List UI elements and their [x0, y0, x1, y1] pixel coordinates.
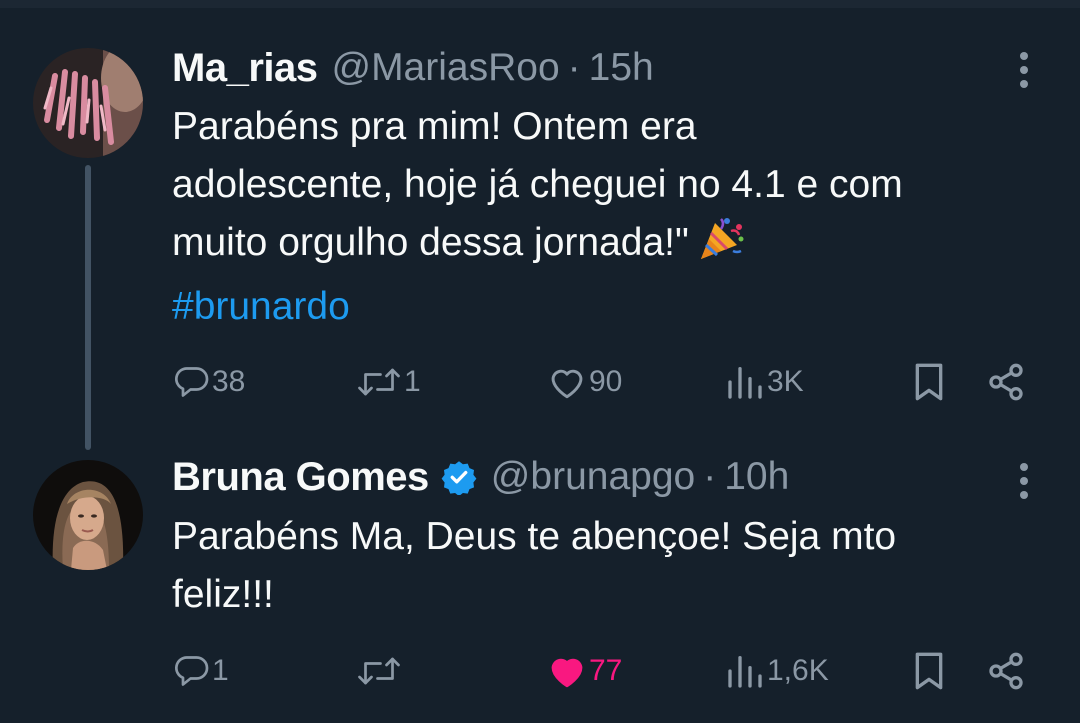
retweet-icon	[358, 657, 400, 685]
retweet-count: 1	[404, 365, 421, 398]
heart-icon	[551, 658, 583, 688]
like-count: 77	[589, 654, 623, 687]
views-count: 3K	[767, 365, 804, 398]
avatar-bruna[interactable]	[33, 460, 143, 570]
like-button[interactable]: 77	[547, 645, 622, 697]
retweet-icon	[358, 368, 400, 396]
hashtag-link[interactable]: #brunardo	[172, 278, 1052, 336]
tweet-text-line: Parabéns Ma, Deus te abençoe! Seja mto	[172, 515, 897, 558]
views-icon	[728, 366, 762, 399]
retweet-button[interactable]: 1	[356, 356, 421, 408]
like-count: 90	[589, 365, 623, 398]
tweet-header: Bruna Gomes @brunapgo · 10h	[172, 453, 789, 501]
more-vertical-icon[interactable]	[1010, 50, 1038, 90]
bookmark-button[interactable]	[912, 356, 946, 408]
tweet-text-line: muito orgulho dessa jornada!"	[172, 221, 689, 264]
reply-count: 38	[212, 365, 246, 398]
share-button[interactable]	[986, 645, 1026, 697]
tweet-text: Parabéns pra mim! Ontem era adolescente,…	[172, 98, 1052, 336]
separator-dot: ·	[567, 46, 581, 89]
tweet-header: Ma_rias @MariasRoo · 15h	[172, 44, 654, 92]
like-button[interactable]: 90	[547, 356, 622, 408]
heart-icon	[551, 369, 583, 399]
avatar-marias[interactable]	[33, 48, 143, 158]
tweet-text-line: feliz!!!	[172, 573, 274, 616]
reply-icon	[175, 656, 209, 686]
display-name[interactable]: Bruna Gomes	[172, 455, 429, 500]
retweet-button[interactable]	[356, 645, 404, 697]
reply-button[interactable]: 38	[174, 356, 245, 408]
reply-count: 1	[212, 654, 229, 687]
party-popper-icon	[697, 215, 745, 278]
timestamp[interactable]: 15h	[589, 46, 654, 90]
more-vertical-icon[interactable]	[1010, 461, 1038, 501]
views-icon	[728, 656, 762, 688]
bookmark-button[interactable]	[912, 645, 946, 697]
bookmark-icon	[915, 652, 943, 690]
display-name[interactable]: Ma_rias	[172, 46, 318, 91]
views-button[interactable]: 1,6K	[725, 645, 829, 697]
views-button[interactable]: 3K	[725, 356, 804, 408]
tweet-actions: 38 1 90 3K	[0, 356, 1080, 408]
timestamp[interactable]: 10h	[724, 455, 789, 499]
views-count: 1,6K	[767, 654, 829, 687]
share-button[interactable]	[986, 356, 1026, 408]
tweet-text-line: Parabéns pra mim! Ontem era	[172, 105, 697, 148]
top-divider	[0, 0, 1080, 8]
tweet-text: Parabéns Ma, Deus te abençoe! Seja mto f…	[172, 508, 1052, 624]
tweet-text-line: adolescente, hoje já cheguei no 4.1 e co…	[172, 163, 903, 206]
user-handle[interactable]: @brunapgo	[491, 455, 695, 499]
verified-badge-icon	[441, 459, 477, 497]
user-handle[interactable]: @MariasRoo	[331, 46, 559, 90]
reply-icon	[175, 367, 209, 397]
share-icon	[989, 652, 1023, 690]
share-icon	[989, 363, 1023, 401]
reply-button[interactable]: 1	[174, 645, 229, 697]
bookmark-icon	[915, 363, 943, 401]
tweet-actions: 1 77 1,6K	[0, 645, 1080, 697]
separator-dot: ·	[703, 455, 717, 498]
